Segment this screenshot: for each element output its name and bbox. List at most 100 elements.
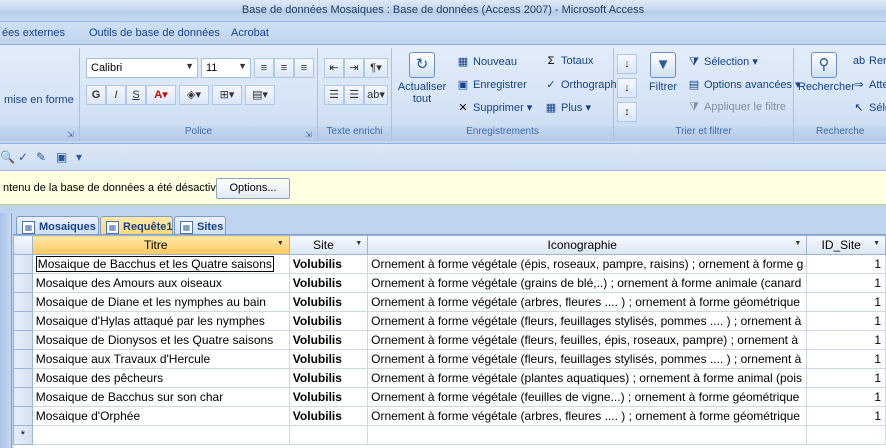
- column-header-id-site[interactable]: ID_Site ▼: [806, 235, 886, 255]
- chevron-down-icon[interactable]: ▼: [277, 240, 284, 247]
- row-selector[interactable]: [13, 406, 33, 426]
- increase-indent-button[interactable]: ⇥: [344, 58, 364, 78]
- cell-iconographie[interactable]: Ornement à forme végétale (arbres, fleur…: [367, 406, 808, 426]
- new-record-row[interactable]: *: [13, 425, 886, 445]
- cell-site[interactable]: Volubilis: [288, 311, 369, 331]
- navigation-pane-strip[interactable]: [0, 213, 12, 448]
- new-record-button[interactable]: ▦ Nouveau: [456, 55, 517, 68]
- cell-site[interactable]: Volubilis: [288, 273, 369, 293]
- print-preview-icon[interactable]: 🔍: [0, 150, 15, 164]
- cell-titre[interactable]: Mosaique des Amours aux oiseaux: [31, 273, 290, 293]
- cell-id-site[interactable]: [806, 425, 886, 445]
- cell-site[interactable]: Volubilis: [288, 292, 369, 312]
- cell-titre[interactable]: Mosaique aux Travaux d'Hercule: [31, 349, 290, 369]
- goto-button[interactable]: ⇒ Atte: [852, 78, 886, 91]
- decrease-indent-button[interactable]: ⇤: [324, 58, 344, 78]
- customize-toolbar-icon[interactable]: ▾: [76, 150, 82, 164]
- cell-id-site[interactable]: 1: [806, 349, 886, 369]
- cell-site[interactable]: [288, 425, 369, 445]
- column-header-site[interactable]: Site ▼: [288, 235, 369, 255]
- row-selector[interactable]: [13, 254, 33, 274]
- cell-site[interactable]: Volubilis: [288, 387, 369, 407]
- refresh-all-button[interactable]: ↻ Actualiser tout: [396, 52, 448, 105]
- tab-database-tools[interactable]: Outils de base de données: [89, 27, 220, 39]
- font-size-combo[interactable]: 11 ▼: [201, 58, 251, 78]
- advanced-options-button[interactable]: ▤ Options avancées ▾: [687, 78, 801, 91]
- save-record-button[interactable]: ▣ Enregistrer: [456, 78, 527, 91]
- row-selector[interactable]: [13, 273, 33, 293]
- table-row[interactable]: Mosaique de Bacchus et les Quatre saison…: [13, 254, 886, 274]
- table-row[interactable]: Mosaique des Amours aux oiseaux Volubili…: [13, 273, 886, 293]
- cell-id-site[interactable]: 1: [806, 292, 886, 312]
- delete-record-button[interactable]: ✕ Supprimer ▾: [456, 101, 532, 114]
- paragraph-direction-button[interactable]: ¶▾: [364, 58, 388, 78]
- cell-iconographie[interactable]: Ornement à forme végétale (fleurs, feuil…: [367, 349, 808, 369]
- more-button[interactable]: ▦ Plus ▾: [544, 101, 591, 114]
- table-row[interactable]: Mosaique de Dionysos et les Quatre saiso…: [13, 330, 886, 350]
- row-selector[interactable]: [13, 292, 33, 312]
- alternate-fill-button[interactable]: ▤▾: [245, 85, 275, 105]
- row-selector[interactable]: [13, 330, 33, 350]
- cell-titre[interactable]: Mosaique de Dionysos et les Quatre saiso…: [31, 330, 290, 350]
- cell-id-site[interactable]: 1: [806, 254, 886, 274]
- cell-id-site[interactable]: 1: [806, 406, 886, 426]
- cell-id-site[interactable]: 1: [806, 387, 886, 407]
- cell-iconographie[interactable]: Ornement à forme végétale (épis, roseaux…: [367, 254, 808, 274]
- selection-button[interactable]: ⧩ Sélection ▾: [687, 55, 758, 69]
- table-row[interactable]: Mosaique de Diane et les nymphes au bain…: [13, 292, 886, 312]
- align-left-button[interactable]: ≡: [254, 58, 274, 78]
- dialog-launcher-icon[interactable]: ⇲: [305, 130, 314, 139]
- chevron-down-icon[interactable]: ▼: [794, 240, 801, 247]
- cell-titre[interactable]: Mosaique d'Hylas attaqué par les nymphes: [31, 311, 290, 331]
- cell-titre[interactable]: Mosaique de Bacchus et les Quatre saison…: [31, 254, 290, 274]
- cell-site[interactable]: Volubilis: [288, 406, 369, 426]
- cell-site[interactable]: Volubilis: [288, 254, 369, 274]
- cell-iconographie[interactable]: Ornement à forme végétale (grains de blé…: [367, 273, 808, 293]
- cell-id-site[interactable]: 1: [806, 330, 886, 350]
- sort-descending-button[interactable]: ↓: [617, 78, 637, 98]
- cell-id-site[interactable]: 1: [806, 311, 886, 331]
- cell-titre[interactable]: Mosaique de Bacchus sur son char: [31, 387, 290, 407]
- chevron-down-icon[interactable]: ▼: [355, 240, 362, 247]
- cell-iconographie[interactable]: [367, 425, 808, 445]
- cell-iconographie[interactable]: Ornement à forme végétale (feuilles de v…: [367, 387, 808, 407]
- cell-id-site[interactable]: 1: [806, 368, 886, 388]
- chevron-down-icon[interactable]: ▼: [873, 240, 880, 247]
- table-row[interactable]: Mosaique des pêcheurs Volubilis Ornement…: [13, 368, 886, 388]
- cell-titre[interactable]: Mosaique des pêcheurs: [31, 368, 290, 388]
- spelling-icon[interactable]: ✓: [18, 150, 28, 164]
- dialog-launcher-icon[interactable]: ⇲: [67, 130, 76, 139]
- select-all-corner[interactable]: [13, 235, 33, 255]
- align-center-button[interactable]: ≡: [274, 58, 294, 78]
- font-name-combo[interactable]: Calibri ▼: [86, 58, 198, 78]
- cell-titre[interactable]: Mosaique d'Orphée: [31, 406, 290, 426]
- design-icon[interactable]: ✎: [36, 150, 46, 164]
- tab-external-data[interactable]: ées externes: [2, 27, 65, 39]
- cell-iconographie[interactable]: Ornement à forme végétale (fleurs, feuil…: [367, 330, 808, 350]
- highlight-button[interactable]: ab▾: [364, 85, 388, 105]
- filter-button[interactable]: ▼ Filtrer: [641, 52, 685, 93]
- options-button[interactable]: Options...: [216, 178, 290, 199]
- cell-id-site[interactable]: 1: [806, 273, 886, 293]
- find-button[interactable]: ⚲ Rechercher: [798, 52, 855, 93]
- underline-button[interactable]: S: [126, 85, 146, 105]
- align-right-button[interactable]: ≡: [294, 58, 314, 78]
- bold-button[interactable]: G: [86, 85, 106, 105]
- font-color-button[interactable]: A▾: [146, 85, 176, 105]
- clear-sort-button[interactable]: ↕: [617, 102, 637, 122]
- table-row[interactable]: Mosaique d'Hylas attaqué par les nymphes…: [13, 311, 886, 331]
- spelling-button[interactable]: ✓ Orthographe: [544, 78, 622, 91]
- object-icon[interactable]: ▣: [56, 150, 67, 164]
- select-button[interactable]: ↖ Séle: [852, 101, 886, 114]
- gridlines-button[interactable]: ⊞▾: [212, 85, 242, 105]
- tab-acrobat[interactable]: Acrobat: [231, 27, 269, 39]
- table-row[interactable]: Mosaique d'Orphée Volubilis Ornement à f…: [13, 406, 886, 426]
- cell-site[interactable]: Volubilis: [288, 368, 369, 388]
- cell-iconographie[interactable]: Ornement à forme végétale (arbres, fleur…: [367, 292, 808, 312]
- column-header-iconographie[interactable]: Iconographie ▼: [367, 235, 808, 255]
- replace-button[interactable]: abRem: [852, 55, 886, 67]
- mise-en-forme-label[interactable]: mise en forme: [4, 94, 74, 106]
- cell-iconographie[interactable]: Ornement à forme végétale (plantes aquat…: [367, 368, 808, 388]
- row-selector[interactable]: [13, 368, 33, 388]
- row-selector[interactable]: [13, 349, 33, 369]
